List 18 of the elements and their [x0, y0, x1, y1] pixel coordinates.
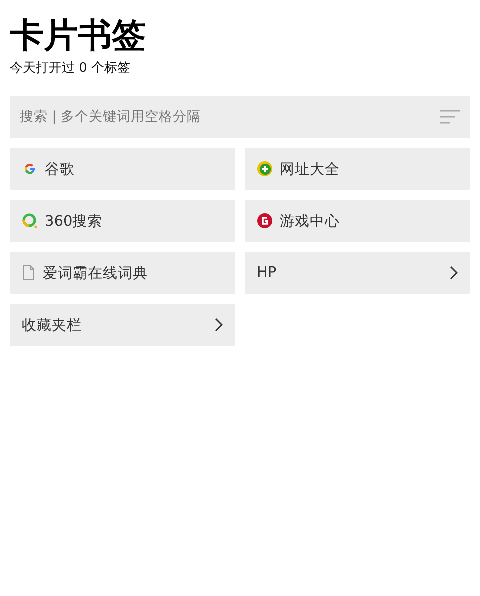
- page-icon: [22, 265, 36, 281]
- plus-circle-icon: [257, 161, 273, 177]
- bookmark-card[interactable]: 网址大全: [245, 148, 470, 190]
- chevron-right-icon: [450, 266, 458, 280]
- search-field[interactable]: 搜索 | 多个关键词用空格分隔: [10, 96, 470, 138]
- open-count-text: 今天打开过 0 个标签: [10, 60, 132, 78]
- folder-card[interactable]: 收藏夹栏: [10, 304, 235, 346]
- game-icon: [257, 213, 273, 229]
- menu-icon[interactable]: [440, 110, 460, 124]
- google-icon: [22, 161, 38, 177]
- folder-card[interactable]: HP: [245, 252, 470, 294]
- chevron-right-icon: [215, 318, 223, 332]
- page-title: 卡片书签: [10, 15, 147, 58]
- bookmark-card[interactable]: 游戏中心: [245, 200, 470, 242]
- ring-icon: [22, 213, 38, 229]
- bookmark-card[interactable]: 谷歌: [10, 148, 235, 190]
- bookmark-card[interactable]: 360搜索: [10, 200, 235, 242]
- bookmark-card[interactable]: 爱词霸在线词典: [10, 252, 235, 294]
